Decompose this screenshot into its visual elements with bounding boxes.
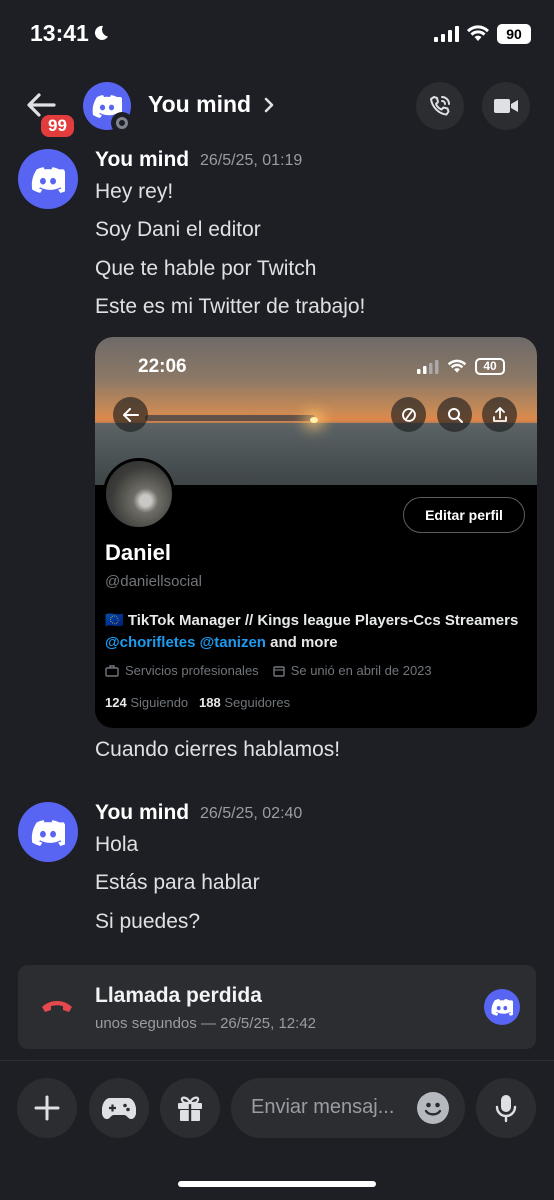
moon-icon [94,25,108,40]
search-icon [437,397,472,432]
following-label: Siguiendo [130,695,189,710]
profile-joined: Se unió en abril de 2023 [290,663,432,678]
sunset-sun [310,417,318,423]
avatar[interactable] [18,149,78,209]
profile-category: Servicios profesionales [125,663,259,678]
message-text: Soy Dani el editor [95,218,261,241]
missed-call-title: Llamada perdida [95,984,262,1007]
briefcase-icon [105,664,119,677]
status-time: 13:41 [30,20,89,46]
following-count: 124 [105,695,127,710]
page-title[interactable]: You mind [148,91,251,118]
video-camera-icon [494,99,518,113]
missed-call-card[interactable]: Llamada perdida unos segundos — 26/5/25,… [18,965,536,1049]
followers-count: 188 [199,695,221,710]
profile-banner: 22:06 40 [95,337,537,485]
microphone-icon [495,1095,517,1123]
share-icon [482,397,517,432]
video-call-button[interactable] [482,82,530,130]
chat-header: 99 You mind [0,70,554,146]
message-text: Cuando cierres hablamos! [95,738,341,761]
message-text: Hola [95,833,139,856]
profile-stats: 124 Siguiendo 188 Seguidores [105,695,290,710]
unread-badge: 99 [38,112,77,140]
message-text: Si puedes? [95,910,201,933]
signal-icon [417,360,439,374]
home-indicator [178,1181,376,1187]
offline-status-icon [111,112,133,134]
battery-indicator: 40 [475,358,505,375]
profile-meta: Servicios profesionales Se unió en abril… [105,663,432,678]
battery-indicator: 90 [497,24,531,44]
gift-button[interactable] [160,1078,220,1138]
followers-label: Seguidores [224,695,291,710]
profile-name: Daniel [105,540,172,565]
profile-bio: 🇪🇺 TikTok Manager // Kings league Player… [105,610,525,654]
plus-icon [34,1095,60,1121]
message-author[interactable]: You mind [95,148,189,172]
message-timestamp: 26/5/25, 01:19 [200,152,303,169]
bio-link: @chorifletes [105,634,196,651]
gift-icon [178,1096,202,1121]
message-text: Este es mi Twitter de trabajo! [95,295,366,318]
gamepad-icon [102,1098,136,1119]
add-attachment-button[interactable] [17,1078,77,1138]
bio-text: 🇪🇺 TikTok Manager // Kings league Player… [105,612,519,629]
message-timestamp: 26/5/25, 02:40 [200,805,303,822]
bio-text: and more [265,634,338,651]
avatar [484,989,520,1025]
discord-logo-icon [31,819,65,846]
message-input-placeholder: Enviar mensaj... [251,1096,395,1118]
bolt-icon [391,397,426,432]
profile-handle: @daniellsocial [105,573,202,590]
coastline [145,415,315,421]
message-input[interactable]: Enviar mensaj... [231,1078,465,1138]
status-bar: 13:41 90 [0,0,554,70]
embed-phone-time: 22:06 [138,356,187,377]
signal-icon [434,26,459,42]
bio-link: @tanizen [199,634,266,651]
back-arrow-icon [113,397,148,432]
edit-profile-button: Editar perfil [403,497,525,533]
activities-button[interactable] [89,1078,149,1138]
wifi-icon [447,359,467,373]
message-text: Que te hable por Twitch [95,257,317,280]
message-text: Estás para hablar [95,871,260,894]
composer-bar: Enviar mensaj... [0,1060,554,1200]
image-attachment[interactable]: 22:06 40 Editar perfil Daniel @daniellso… [95,337,537,728]
phone-icon [430,96,450,116]
voice-call-button[interactable] [416,82,464,130]
emoji-icon[interactable] [417,1092,449,1124]
discord-logo-icon [491,998,513,1016]
wifi-icon [467,25,489,41]
message-author[interactable]: You mind [95,801,189,825]
calendar-icon [272,665,285,677]
voice-message-button[interactable] [476,1078,536,1138]
avatar[interactable] [18,802,78,862]
message-text: Hey rey! [95,180,174,203]
profile-photo [103,458,175,530]
missed-call-subtitle: unos segundos — 26/5/25, 12:42 [95,1015,317,1032]
discord-logo-icon [31,166,65,193]
missed-call-icon [42,1001,72,1012]
chevron-right-icon[interactable] [263,96,275,114]
